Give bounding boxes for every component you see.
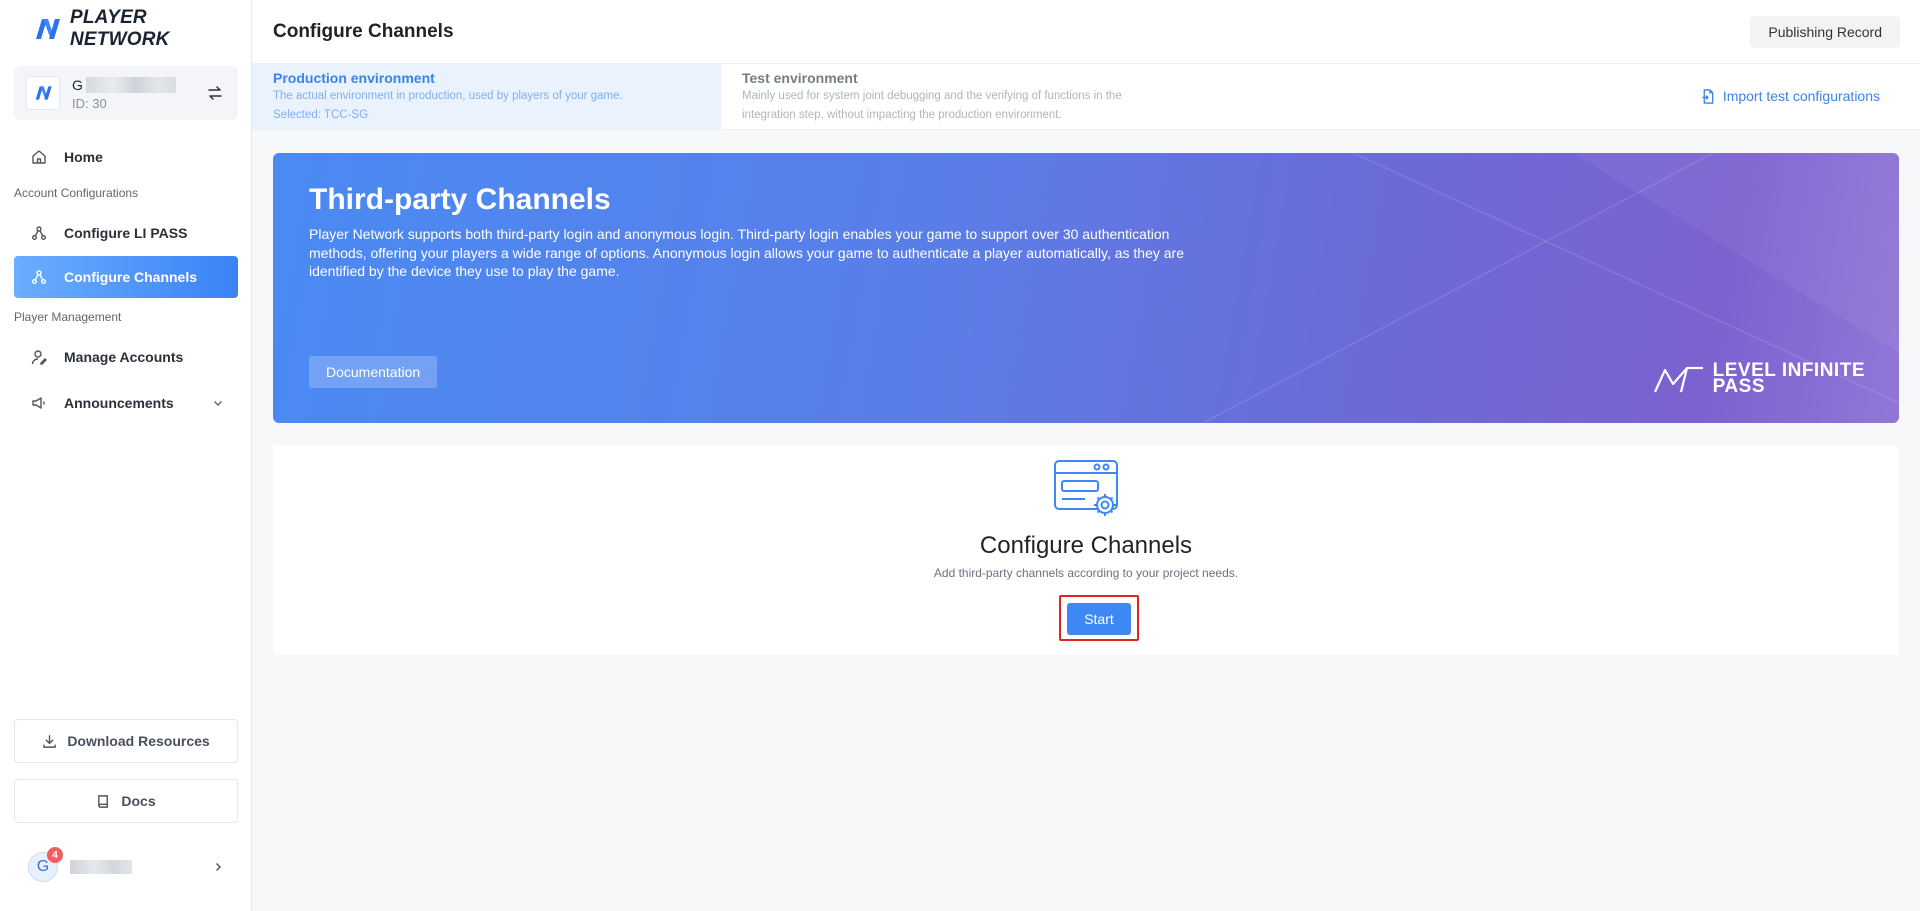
logo-line: PASS [1712,376,1765,397]
sidebar-item-home[interactable]: Home [14,136,238,178]
publishing-record-button[interactable]: Publishing Record [1750,15,1900,48]
env-desc: Mainly used for system joint debugging a… [742,90,1122,102]
env-desc: The actual environment in production, us… [273,90,623,102]
player-network-logo-icon [32,17,62,41]
import-link-label: Import test configurations [1722,88,1880,104]
documentation-button[interactable]: Documentation [309,356,438,388]
download-resources-button[interactable]: Download Resources [14,719,238,763]
logo-text: LEVEL INFINITE PASS [1712,361,1865,397]
project-name: G [72,76,204,94]
env-selected: Selected: TCC-SG [273,109,369,121]
sidebar-item-configure-li-pass[interactable]: Configure LI PASS [14,212,238,254]
tab-test-environment[interactable]: Test environment Mainly used for system … [721,64,1151,129]
third-party-channels-banner: Third-party Channels Player Network supp… [273,153,1899,423]
page-header: Configure Channels Publishing Record [252,0,1920,64]
page-title: Configure Channels [273,20,454,42]
browser-settings-icon [1053,459,1121,522]
tab-production-environment[interactable]: Production environment The actual enviro… [252,64,721,129]
sidebar-item-label: Announcements [64,395,174,411]
empty-state-subtitle: Add third-party channels according to yo… [933,566,1239,580]
environment-tabs: Production environment The actual enviro… [252,64,1920,130]
banner-description: Player Network supports both third-party… [309,225,1209,281]
project-name-initial: G [72,76,83,93]
docs-button[interactable]: Docs [14,779,238,823]
sidebar-item-label: Configure Channels [64,269,198,285]
empty-state-title: Configure Channels [979,532,1193,559]
env-title: Production environment [273,70,435,86]
user-edit-icon [30,348,48,366]
branch-icon [30,268,48,286]
home-icon [30,148,48,166]
project-meta: G ID: 30 [72,76,204,111]
sidebar-item-label: Home [64,149,103,165]
file-import-icon [1701,88,1715,104]
level-infinite-logo-icon [1653,366,1703,393]
download-icon [42,734,57,749]
swap-icon[interactable] [204,82,226,104]
download-resources-label: Download Resources [67,733,210,749]
project-id: ID: 30 [72,95,107,111]
avatar-initial: G [36,858,50,875]
nav-section-player: Player Management [14,310,122,324]
project-logo-icon [26,76,60,110]
chevron-down-icon[interactable] [212,397,224,409]
sidebar-item-manage-accounts[interactable]: Manage Accounts [14,336,238,378]
username-redacted [70,860,132,874]
sidebar-nav: Home Account Configurations Configure LI… [14,136,238,424]
project-name-redacted [85,76,176,93]
user-menu[interactable]: G 4 [28,847,224,882]
sidebar-item-label: Manage Accounts [64,349,184,365]
sidebar-item-configure-channels[interactable]: Configure Channels [14,256,238,298]
start-button[interactable]: Start [1067,603,1131,635]
banner-desc-line: identified by the device they use to pla… [309,263,620,279]
nav-section-account: Account Configurations [14,186,139,200]
level-infinite-pass-logo: LEVEL INFINITE PASS [1653,361,1865,397]
docs-label: Docs [121,793,156,809]
configure-channels-empty-state: Configure Channels Add third-party chann… [273,445,1899,655]
sidebar-item-announcements[interactable]: Announcements [14,382,238,424]
speaker-icon [30,394,48,412]
brand[interactable]: PLAYER NETWORK [0,0,251,58]
app-root: PLAYER NETWORK G ID: 30 Home Account Con… [0,0,1920,911]
avatar[interactable]: G 4 [28,847,63,882]
project-switcher[interactable]: G ID: 30 [14,66,238,120]
sidebar: PLAYER NETWORK G ID: 30 Home Account Con… [0,0,252,911]
brand-name: PLAYER NETWORK [70,7,170,50]
banner-desc-line: Player Network supports both third-party… [309,226,1170,242]
chevron-right-icon[interactable] [212,861,224,873]
import-test-configurations-link[interactable]: Import test configurations [1701,88,1880,104]
branch-icon [30,224,48,242]
banner-title: Third-party Channels [309,183,611,216]
sidebar-item-label: Configure LI PASS [64,225,188,241]
banner-desc-line: methods, offering your players a wide ra… [309,244,1184,261]
main-content: Configure Channels Publishing Record Pro… [252,0,1920,911]
env-desc: integration step, without impacting the … [742,109,1062,121]
notification-badge: 4 [47,847,63,863]
book-icon [96,794,111,809]
env-title: Test environment [742,70,858,86]
